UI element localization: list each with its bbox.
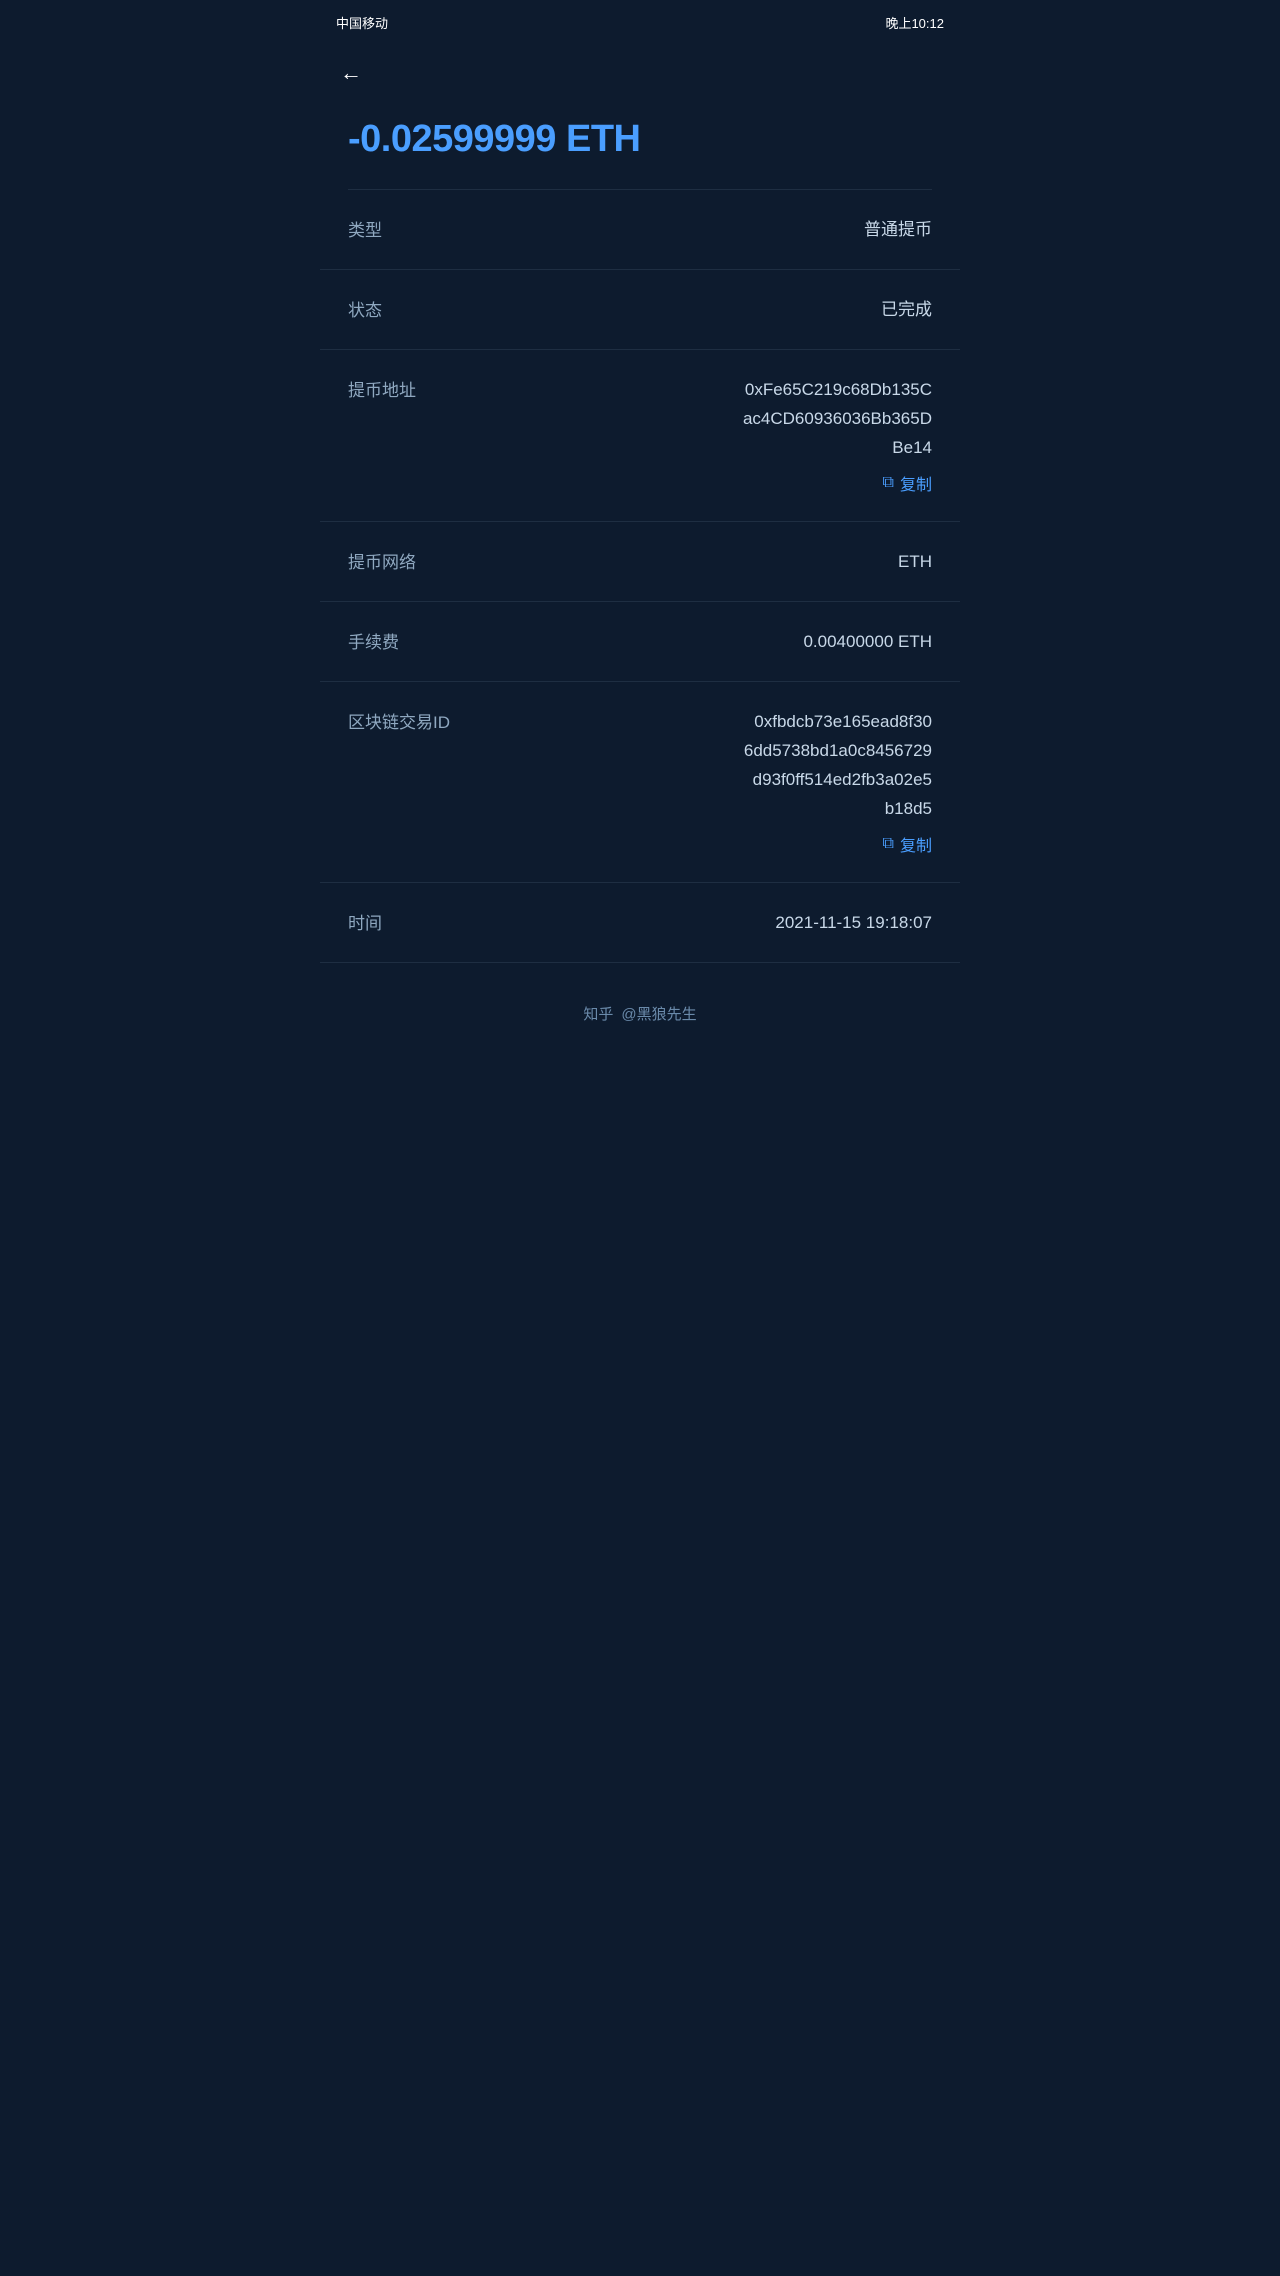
status-value: 已完成 bbox=[881, 296, 932, 323]
txid-label: 区块链交易ID bbox=[348, 708, 450, 733]
copy-icon: ⧉ bbox=[883, 474, 894, 492]
txid-copy-icon: ⧉ bbox=[883, 835, 894, 853]
carrier-text: 中国移动 bbox=[336, 13, 388, 32]
txid-row: 区块链交易ID 0xfbdcb73e165ead8f306dd5738bd1a0… bbox=[348, 708, 932, 824]
network-row: 提币网络 ETH bbox=[320, 522, 960, 602]
txid-section: 区块链交易ID 0xfbdcb73e165ead8f306dd5738bd1a0… bbox=[320, 682, 960, 883]
time-row: 时间 2021-11-15 19:18:07 bbox=[320, 883, 960, 963]
network-label: 提币网络 bbox=[348, 548, 448, 573]
footer-author: @黑狼先生 bbox=[621, 1003, 696, 1024]
back-arrow-icon: ← bbox=[340, 60, 362, 85]
address-row: 提币地址 0xFe65C219c68Db135Cac4CD60936036Bb3… bbox=[348, 376, 932, 463]
amount-value: -0.02599999 ETH bbox=[348, 118, 932, 161]
txid-copy-button[interactable]: ⧉ 复制 bbox=[348, 832, 932, 856]
time-label: 时间 bbox=[348, 909, 448, 934]
time-value: 2021-11-15 19:18:07 bbox=[775, 909, 932, 936]
txid-copy-label: 复制 bbox=[900, 832, 932, 856]
fee-value: 0.00400000 ETH bbox=[803, 628, 932, 655]
txid-value: 0xfbdcb73e165ead8f306dd5738bd1a0c8456729… bbox=[744, 708, 932, 824]
type-value: 普通提币 bbox=[864, 216, 932, 243]
address-value: 0xFe65C219c68Db135Cac4CD60936036Bb365DBe… bbox=[743, 376, 932, 463]
amount-section: -0.02599999 ETH bbox=[320, 98, 960, 189]
footer-watermark: 知乎 @黑狼先生 bbox=[320, 963, 960, 1054]
fee-label: 手续费 bbox=[348, 628, 448, 653]
type-label: 类型 bbox=[348, 216, 448, 241]
back-button[interactable]: ← bbox=[320, 44, 960, 98]
address-copy-label: 复制 bbox=[900, 471, 932, 495]
status-row: 状态 已完成 bbox=[320, 270, 960, 350]
address-label: 提币地址 bbox=[348, 376, 448, 401]
status-label: 状态 bbox=[348, 296, 448, 321]
footer-platform: 知乎 bbox=[583, 1003, 613, 1024]
address-copy-button[interactable]: ⧉ 复制 bbox=[348, 471, 932, 495]
type-row: 类型 普通提币 bbox=[320, 190, 960, 270]
status-bar: 中国移动 晚上10:12 bbox=[320, 0, 960, 44]
fee-row: 手续费 0.00400000 ETH bbox=[320, 602, 960, 682]
address-section: 提币地址 0xFe65C219c68Db135Cac4CD60936036Bb3… bbox=[320, 350, 960, 522]
network-value: ETH bbox=[898, 548, 932, 575]
time-text: 晚上10:12 bbox=[885, 13, 944, 32]
